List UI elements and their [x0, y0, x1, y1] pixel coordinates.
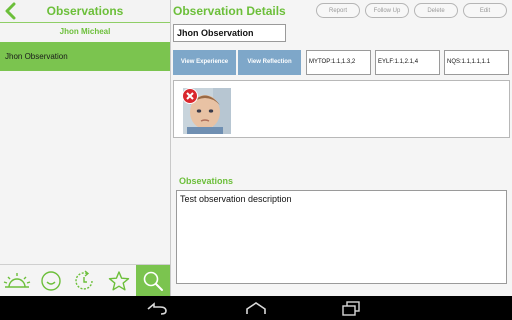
follow-up-button[interactable]: Follow Up	[365, 3, 409, 18]
tab-star[interactable]	[102, 265, 136, 297]
view-experience-button[interactable]: View Experience	[173, 50, 236, 75]
tab-smile[interactable]	[34, 265, 68, 297]
delete-button[interactable]: Delete	[414, 3, 458, 18]
observations-title: Observations	[46, 4, 124, 18]
header-divider	[0, 22, 170, 23]
sunrise-icon	[3, 273, 31, 288]
view-reflection-button[interactable]: View Reflection	[238, 50, 301, 75]
tab-refresh[interactable]	[68, 265, 102, 297]
tab-sunrise[interactable]	[0, 265, 34, 297]
observation-text-area[interactable]: Test observation description	[176, 190, 507, 284]
edit-button[interactable]: Edit	[463, 3, 507, 18]
mytop-code-field[interactable]: MYTOP:1.1,1.3,2	[306, 50, 371, 75]
observations-label: Obsevations	[179, 176, 234, 186]
back-icon[interactable]	[144, 300, 170, 316]
observation-list: Jhon Observation	[0, 42, 170, 71]
observations-pane: Observations Jhon Micheal Jhon Observati…	[0, 0, 171, 297]
left-header: Observations	[0, 0, 170, 22]
observation-title-field[interactable]: Jhon Observation	[173, 24, 286, 42]
refresh-clock-icon	[75, 270, 93, 290]
home-icon[interactable]	[243, 300, 269, 316]
bottom-tab-bar	[0, 264, 170, 297]
smile-icon	[41, 271, 61, 291]
system-nav-bar	[0, 296, 512, 320]
details-title: Observation Details	[173, 4, 286, 18]
recent-apps-icon[interactable]	[338, 300, 364, 316]
search-icon	[143, 271, 163, 291]
eylf-code-field[interactable]: EYLF:1.1,2.1,4	[375, 50, 440, 75]
report-button[interactable]: Report	[316, 3, 360, 18]
observation-details-pane: Observation Details Report Follow Up Del…	[171, 0, 512, 296]
nqs-code-field[interactable]: NQS:1.1,1.1,1.1	[444, 50, 509, 75]
remove-photo-icon[interactable]	[182, 88, 198, 104]
star-icon	[108, 271, 130, 291]
list-item[interactable]: Jhon Observation	[0, 42, 170, 71]
photo-gallery	[173, 80, 510, 138]
child-name: Jhon Micheal	[59, 27, 111, 36]
tab-search[interactable]	[136, 265, 170, 297]
